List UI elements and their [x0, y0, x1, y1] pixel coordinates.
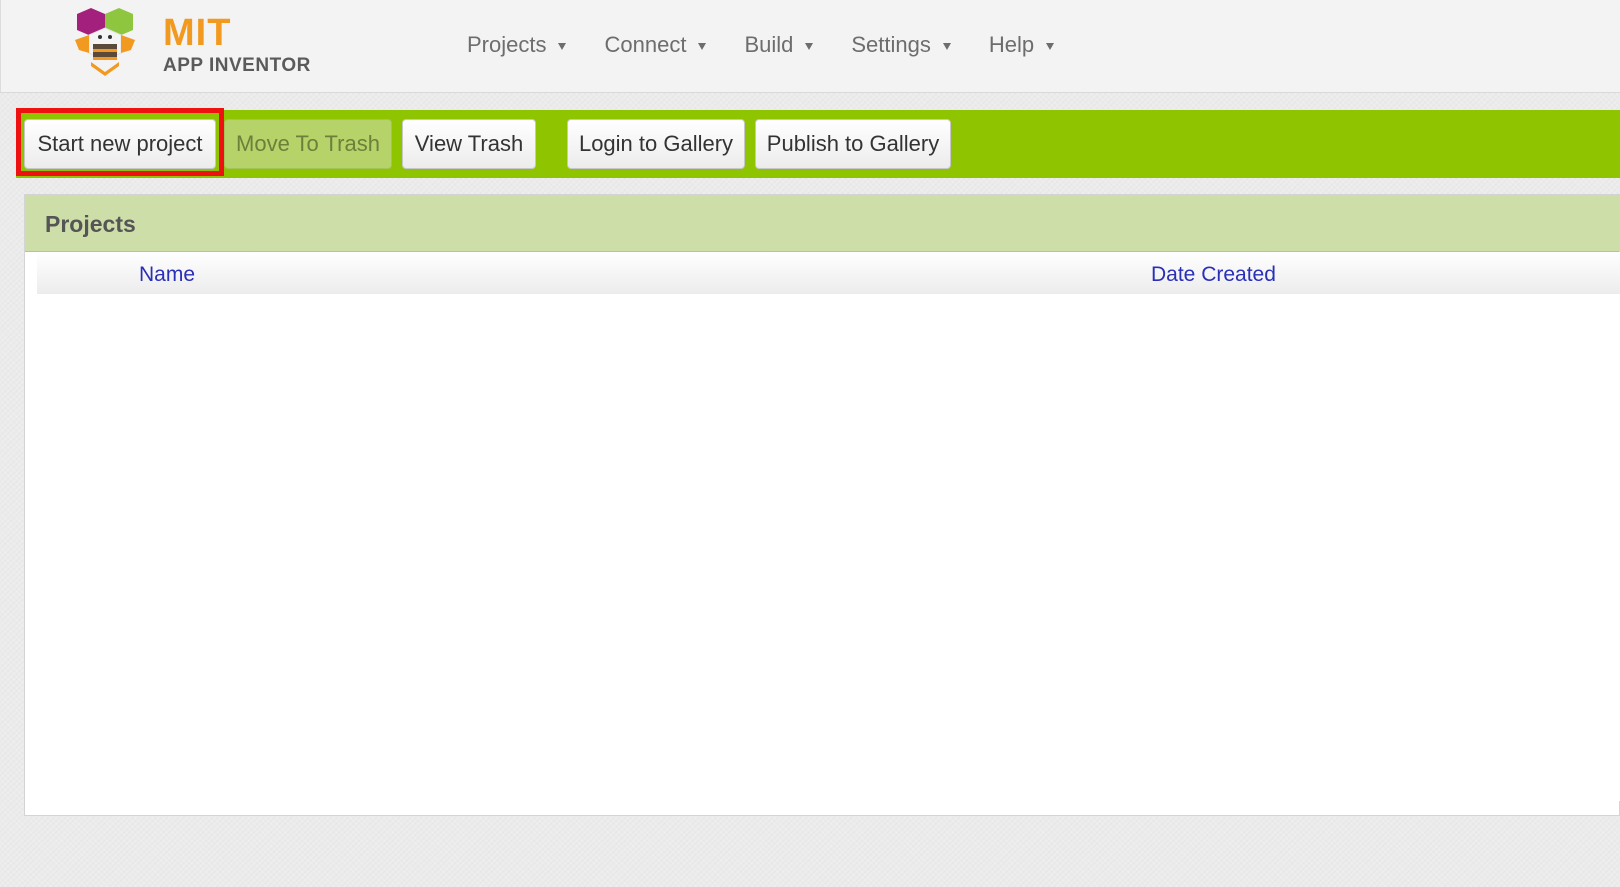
nav-help-menu[interactable]: Help [988, 32, 1055, 58]
app-inventor-bee-logo-icon [75, 8, 135, 76]
projects-table-header: Name Date Created [37, 252, 1620, 294]
column-header-name[interactable]: Name [139, 263, 195, 287]
publish-to-gallery-button[interactable]: Publish to Gallery [755, 119, 951, 169]
caret-down-icon [558, 42, 567, 50]
projects-panel-header: Projects [25, 195, 1619, 252]
app-inventor-logo[interactable]: MIT APP INVENTOR [69, 6, 319, 78]
projects-panel: Projects Name Date Created [24, 194, 1620, 816]
projects-table-body [37, 294, 1620, 801]
nav-connect-menu[interactable]: Connect [604, 32, 707, 58]
nav-connect-label: Connect [604, 32, 687, 57]
nav-settings-label: Settings [851, 32, 931, 57]
nav-build-label: Build [744, 32, 794, 57]
caret-down-icon [698, 42, 707, 50]
caret-down-icon [942, 42, 951, 50]
nav-help-label: Help [988, 32, 1035, 57]
top-header: MIT APP INVENTOR Projects Connect Build … [0, 0, 1620, 93]
login-to-gallery-button[interactable]: Login to Gallery [567, 119, 745, 169]
caret-down-icon [805, 42, 814, 50]
projects-panel-title: Projects [45, 211, 136, 237]
move-to-trash-button[interactable]: Move To Trash [224, 119, 392, 169]
logo-subtitle: APP INVENTOR [163, 55, 311, 76]
top-navigation: Projects Connect Build Settings Help [467, 30, 1092, 60]
column-header-date-created[interactable]: Date Created [1151, 263, 1276, 287]
view-trash-button[interactable]: View Trash [402, 119, 536, 169]
nav-projects-menu[interactable]: Projects [467, 32, 567, 58]
nav-build-menu[interactable]: Build [744, 32, 814, 58]
nav-projects-label: Projects [467, 32, 547, 57]
nav-settings-menu[interactable]: Settings [851, 32, 951, 58]
logo-title: MIT [163, 12, 232, 54]
caret-down-icon [1046, 42, 1055, 50]
start-new-project-button[interactable]: Start new project [24, 119, 216, 169]
